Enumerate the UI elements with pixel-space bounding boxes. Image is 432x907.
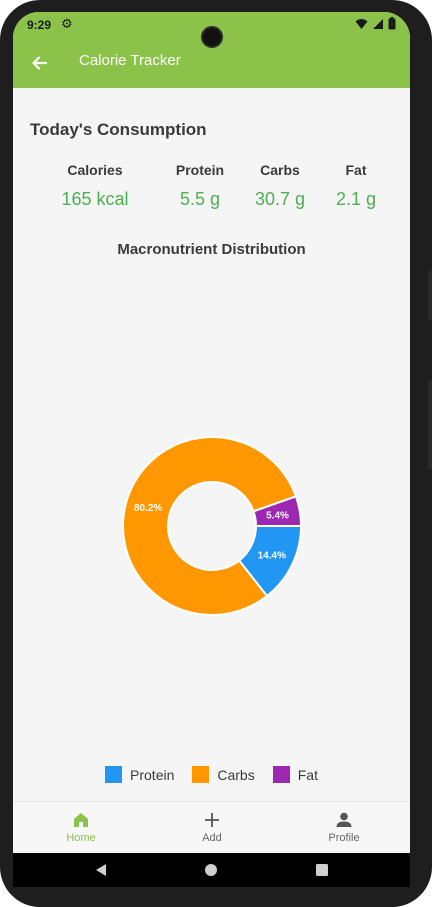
nav-add[interactable]: Add — [172, 810, 252, 844]
plus-icon — [205, 813, 219, 827]
nav-add-label: Add — [202, 832, 222, 844]
screen: 9:29 ⚙ Calorie Tracker Today's Consumpti… — [13, 12, 410, 887]
legend-label: Carbs — [217, 766, 255, 783]
status-time: 9:29 — [27, 18, 52, 32]
system-back-icon[interactable] — [96, 864, 106, 876]
legend-swatch — [105, 766, 123, 783]
legend-item-protein: Protein — [105, 766, 174, 783]
nav-home[interactable]: Home — [41, 810, 121, 844]
system-nav-buttons — [96, 864, 328, 876]
app-title: Calorie Tracker — [79, 52, 181, 69]
system-recents-icon[interactable] — [316, 864, 328, 876]
legend-item-carbs: Carbs — [192, 766, 255, 783]
legend-swatch — [272, 766, 290, 783]
nav-profile[interactable]: Profile — [304, 810, 384, 844]
signal-icon — [373, 18, 383, 29]
system-home-icon[interactable] — [205, 864, 217, 876]
home-icon — [74, 813, 88, 827]
legend-item-fat: Fat — [272, 766, 318, 783]
nav-profile-label: Profile — [328, 832, 360, 844]
settings-gear-icon: ⚙ — [61, 16, 73, 31]
phone-frame: 9:29 ⚙ Calorie Tracker Today's Consumpti… — [0, 0, 432, 907]
bottom-navigation: Home Add Profile — [13, 801, 410, 853]
wifi-icon — [355, 18, 368, 29]
nav-home-label: Home — [66, 832, 96, 844]
legend-label: Fat — [297, 766, 318, 783]
system-navigation-bar — [13, 853, 410, 887]
front-camera — [201, 26, 223, 48]
legend-swatch — [192, 766, 210, 783]
main-content: Today's Consumption Calories 165 kcal Pr… — [13, 88, 410, 801]
chart-legend: Protein Carbs Fat — [13, 766, 410, 783]
person-icon — [336, 812, 352, 827]
legend-label: Protein — [130, 766, 175, 783]
slice-label-carbs: 80.2% — [134, 503, 162, 514]
power-button — [428, 380, 432, 470]
slice-label-fat: 5.4% — [266, 510, 289, 521]
macronutrient-donut-chart: 14.4% 80.2% 5.4% — [122, 436, 303, 616]
battery-icon — [388, 17, 396, 30]
volume-button — [428, 270, 432, 320]
status-icons — [355, 17, 396, 30]
back-arrow-icon[interactable] — [27, 50, 53, 76]
slice-label-protein: 14.4% — [258, 551, 286, 562]
